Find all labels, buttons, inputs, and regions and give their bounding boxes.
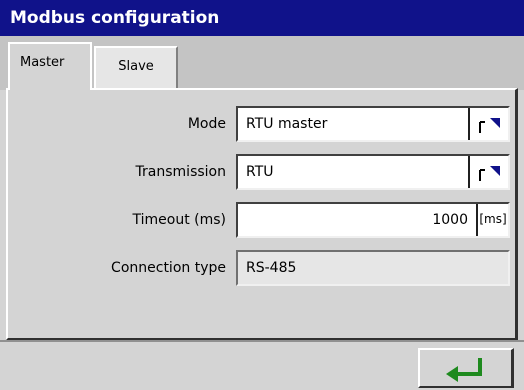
mode-select[interactable]: RTU master [236,106,510,142]
tab-slave[interactable]: Slave [94,46,178,88]
mode-label: Mode [187,116,226,132]
enter-button[interactable] [418,348,514,388]
timeout-input[interactable]: 1000 [ms] [236,202,510,238]
dropdown-arrow-icon [479,118,500,133]
tab-master[interactable]: Master [8,42,92,90]
connection-type-label: Connection type [111,260,226,276]
transmission-label: Transmission [135,164,226,180]
timeout-label: Timeout (ms) [132,212,227,228]
connection-type-field: RS-485 [236,250,510,286]
mode-value: RTU master [246,116,328,132]
transmission-value: RTU [246,164,274,180]
dropdown-arrow-icon [479,166,500,181]
window-title: Modbus configuration [0,0,524,36]
transmission-select[interactable]: RTU [236,154,510,190]
transmission-dropdown-button[interactable] [468,156,508,188]
connection-type-value: RS-485 [246,260,297,276]
enter-arrow-icon [446,358,482,382]
mode-dropdown-button[interactable] [468,108,508,140]
timeout-unit-button[interactable]: [ms] [476,204,508,236]
timeout-value: 1000 [432,212,468,228]
